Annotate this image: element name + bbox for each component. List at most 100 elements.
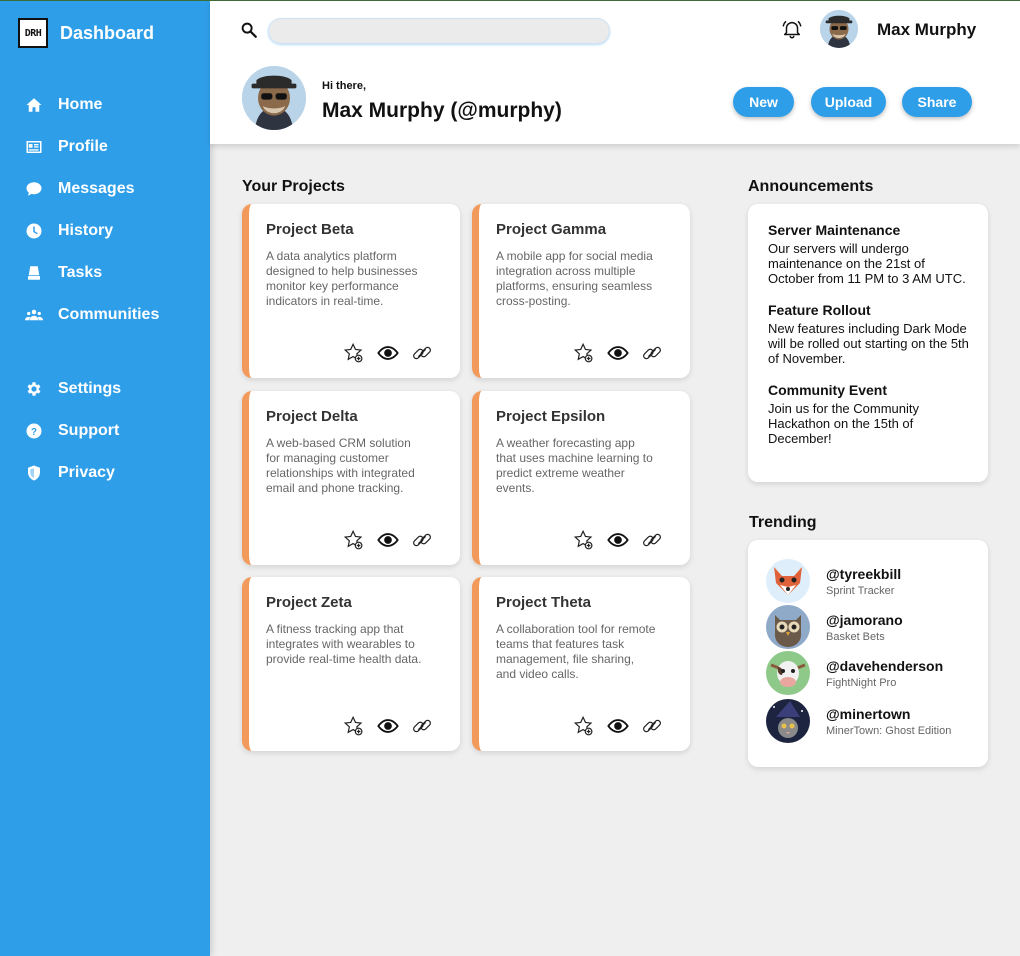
main-nav: Home Profile Messages History Tasks Comm…: [24, 84, 204, 336]
sidebar-item-support[interactable]: ? Support: [24, 410, 204, 452]
trending-item[interactable]: @jamorano Basket Bets: [766, 604, 903, 650]
link-icon[interactable]: [640, 529, 664, 551]
eye-icon[interactable]: [376, 715, 400, 737]
sidebar-item-communities[interactable]: Communities: [24, 294, 204, 336]
project-card[interactable]: Project Epsilon A weather forecasting ap…: [472, 391, 690, 565]
link-icon[interactable]: [410, 715, 434, 737]
search-icon[interactable]: [240, 21, 258, 39]
sidebar-item-label: Home: [58, 96, 103, 113]
project-name: Project Gamma: [496, 221, 607, 238]
new-button[interactable]: New: [733, 87, 794, 117]
greeting: Hi there,: [322, 80, 367, 92]
trending-user: @jamorano: [826, 611, 903, 628]
trending-item[interactable]: @tyreekbill Sprint Tracker: [766, 558, 901, 604]
announcement: Server Maintenance Our servers will unde…: [768, 222, 973, 286]
sidebar-item-label: History: [58, 222, 114, 239]
project-name: Project Epsilon: [496, 408, 606, 425]
sidebar-item-label: Privacy: [58, 464, 115, 481]
sidebar-item-profile[interactable]: Profile: [24, 126, 204, 168]
announcement: Feature Rollout New features including D…: [768, 302, 973, 366]
link-icon[interactable]: [640, 342, 664, 364]
clock-icon: [24, 221, 44, 241]
user-avatar[interactable]: [820, 10, 858, 48]
sidebar-item-label: Messages: [58, 180, 135, 197]
trending-item[interactable]: @minertown MinerTown: Ghost Edition: [766, 698, 951, 744]
window-top-border: [0, 0, 1020, 1]
wizard-cat-avatar: [766, 699, 810, 743]
project-card[interactable]: Project Gamma A mobile app for social me…: [472, 204, 690, 378]
user-handle: Max Murphy (@murphy): [322, 99, 562, 122]
card-actions: [572, 715, 664, 737]
eye-icon[interactable]: [606, 715, 630, 737]
sidebar-item-history[interactable]: History: [24, 210, 204, 252]
shield-icon: [24, 463, 44, 483]
share-button[interactable]: Share: [902, 87, 972, 117]
link-icon[interactable]: [410, 529, 434, 551]
trending-user: @davehenderson: [826, 657, 944, 674]
sidebar: DRH Dashboard Home Profile Messages Hist…: [0, 0, 210, 956]
star-add-icon[interactable]: [572, 529, 596, 551]
profile-avatar: [242, 66, 306, 130]
link-icon[interactable]: [640, 715, 664, 737]
sidebar-item-settings[interactable]: Settings: [24, 368, 204, 410]
trending-project: Sprint Tracker: [826, 584, 895, 597]
eye-icon[interactable]: [606, 529, 630, 551]
trending-item[interactable]: @davehenderson FightNight Pro: [766, 650, 943, 696]
trending-user: @tyreekbill: [826, 565, 902, 582]
project-name: Project Zeta: [266, 594, 352, 611]
sidebar-item-privacy[interactable]: Privacy: [24, 452, 204, 494]
project-card[interactable]: Project Beta A data analytics platform d…: [242, 204, 460, 378]
sidebar-item-tasks[interactable]: Tasks: [24, 252, 204, 294]
project-card[interactable]: Project Delta A web-based CRM solution f…: [242, 391, 460, 565]
project-card[interactable]: Project Zeta A fitness tracking app that…: [242, 577, 460, 751]
project-card[interactable]: Project Theta A collaboration tool for r…: [472, 577, 690, 751]
chat-bubble-icon: [24, 179, 44, 199]
brand-title: Dashboard: [60, 22, 155, 43]
brand[interactable]: DRH Dashboard: [18, 18, 154, 48]
upload-button[interactable]: Upload: [811, 87, 886, 117]
search-input[interactable]: [268, 18, 610, 44]
cow-avatar: [766, 651, 810, 695]
gear-icon: [24, 379, 44, 399]
card-actions: [572, 342, 664, 364]
star-add-icon[interactable]: [572, 715, 596, 737]
announcement-title: Community Event: [768, 382, 888, 398]
eye-icon[interactable]: [376, 342, 400, 364]
link-icon[interactable]: [410, 342, 434, 364]
announcements-title: Announcements: [748, 178, 874, 195]
card-actions: [342, 342, 434, 364]
top-user-name[interactable]: Max Murphy: [877, 20, 976, 40]
announcement-body: New features including Dark Mode will be…: [768, 321, 969, 366]
card-actions: [342, 529, 434, 551]
sidebar-item-label: Settings: [58, 380, 122, 397]
sidebar-item-label: Support: [58, 422, 120, 439]
projects-title: Your Projects: [242, 178, 345, 195]
id-card-icon: [24, 137, 44, 157]
announcements-panel: Server Maintenance Our servers will unde…: [748, 204, 988, 482]
announcement-title: Feature Rollout: [768, 302, 871, 318]
project-description: A weather forecasting app that uses mach…: [496, 436, 653, 495]
sidebar-item-home[interactable]: Home: [24, 84, 204, 126]
owl-avatar: [766, 605, 810, 649]
announcement: Community Event Join us for the Communit…: [768, 382, 973, 446]
eye-icon[interactable]: [606, 342, 630, 364]
sidebar-item-messages[interactable]: Messages: [24, 168, 204, 210]
bell-icon[interactable]: [781, 18, 803, 40]
project-name: Project Beta: [266, 221, 354, 238]
card-actions: [572, 529, 664, 551]
help-icon: ?: [24, 421, 44, 441]
sidebar-item-label: Profile: [58, 138, 108, 155]
eye-icon[interactable]: [376, 529, 400, 551]
home-icon: [24, 95, 44, 115]
trending-project: FightNight Pro: [826, 676, 897, 689]
svg-text:?: ?: [31, 427, 37, 438]
star-add-icon[interactable]: [342, 529, 366, 551]
tasks-icon: [24, 263, 44, 283]
star-add-icon[interactable]: [342, 715, 366, 737]
project-description: A web-based CRM solution for managing cu…: [266, 436, 415, 495]
project-name: Project Theta: [496, 594, 592, 611]
star-add-icon[interactable]: [342, 342, 366, 364]
header: Max Murphy Hi there, Max Murphy (@murphy…: [210, 0, 1020, 144]
star-add-icon[interactable]: [572, 342, 596, 364]
people-icon: [24, 305, 44, 325]
